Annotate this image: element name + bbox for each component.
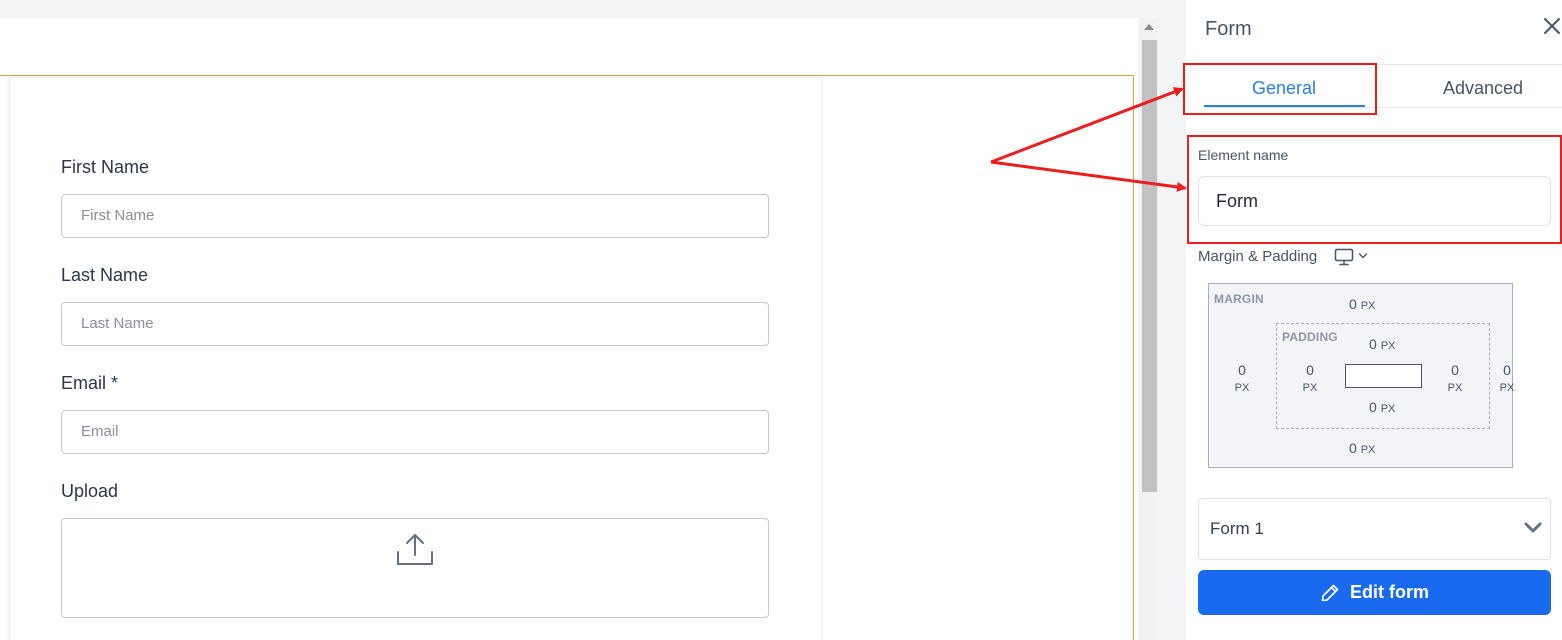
first-name-label: First Name bbox=[61, 157, 150, 177]
padding-box: PADDING 0 PX 0 PX 0 PX 0 PX bbox=[1276, 323, 1490, 429]
canvas-scrollbar[interactable] bbox=[1140, 18, 1158, 640]
margin-bottom-value[interactable]: 0 PX bbox=[1349, 440, 1375, 456]
scroll-up-arrow-icon[interactable] bbox=[1144, 24, 1154, 30]
edit-form-label: Edit form bbox=[1350, 582, 1429, 602]
last-name-input[interactable]: Last Name bbox=[61, 302, 769, 346]
padding-bottom-value[interactable]: 0 PX bbox=[1369, 399, 1395, 415]
padding-tag: PADDING bbox=[1282, 330, 1338, 344]
margin-left-value[interactable]: 0 PX bbox=[1232, 361, 1252, 397]
tab-advanced[interactable]: Advanced bbox=[1443, 78, 1523, 99]
edit-form-button[interactable]: Edit form bbox=[1198, 570, 1551, 615]
padding-right-value[interactable]: 0 PX bbox=[1445, 361, 1465, 397]
content-box bbox=[1345, 364, 1422, 388]
upload-label: Upload bbox=[61, 481, 119, 501]
monitor-icon[interactable] bbox=[1334, 248, 1354, 266]
page: First Name First Name Last Name Last Nam… bbox=[0, 0, 1562, 640]
last-name-label: Last Name bbox=[61, 265, 149, 285]
margin-top-value[interactable]: 0 PX bbox=[1349, 296, 1375, 312]
chevron-down-icon bbox=[1524, 522, 1542, 533]
email-label: Email * bbox=[61, 373, 119, 393]
chevron-down-icon[interactable] bbox=[1358, 251, 1368, 261]
upload-dropzone[interactable] bbox=[61, 518, 769, 618]
pencil-icon bbox=[1321, 584, 1339, 601]
margin-right-value[interactable]: 0 PX bbox=[1497, 361, 1517, 397]
padding-left-value[interactable]: 0 PX bbox=[1300, 361, 1320, 397]
email-input[interactable]: Email bbox=[61, 410, 769, 454]
form-select-value: Form 1 bbox=[1210, 519, 1264, 538]
annotation-highlight-element-name bbox=[1187, 135, 1562, 244]
close-icon[interactable] bbox=[1542, 16, 1562, 36]
upload-icon bbox=[397, 534, 433, 565]
margin-tag: MARGIN bbox=[1214, 292, 1264, 306]
annotation-highlight-tabs bbox=[1183, 63, 1377, 115]
scroll-thumb[interactable] bbox=[1142, 40, 1157, 492]
form-select[interactable]: Form 1 bbox=[1198, 498, 1551, 560]
margin-box: MARGIN 0 PX 0 PX 0 PX 0 PX PADDING 0 PX 0P… bbox=[1208, 283, 1514, 468]
first-name-input[interactable]: First Name bbox=[61, 194, 769, 238]
margin-padding-label: Margin & Padding bbox=[1198, 248, 1318, 265]
padding-top-value[interactable]: 0 PX bbox=[1369, 336, 1395, 352]
panel-title: Form bbox=[1205, 18, 1252, 40]
